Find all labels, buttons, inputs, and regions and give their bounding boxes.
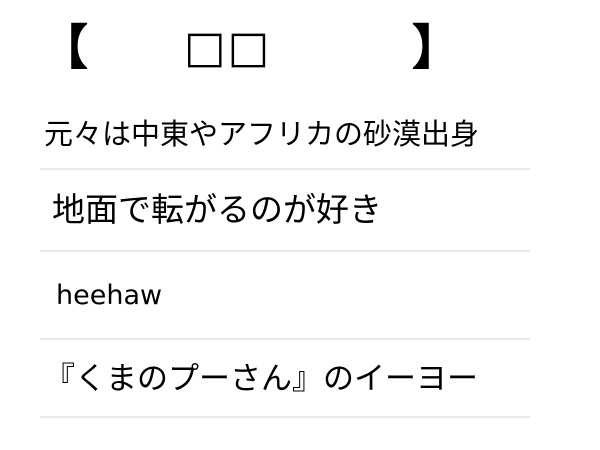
title-open-bracket: 【 [40,20,89,76]
clue-item-origin: 元々は中東やアフリカの砂漠出身 [40,100,530,170]
page-title: 【 □□ 】 [40,16,460,80]
clue-item-sound: heehaw [40,254,530,340]
clue-item-rolling: 地面で転がるのが好き [40,172,530,252]
title-answer-blanks: □□ [184,22,272,73]
clue-item-character: 『くまのプーさん』のイーヨー [40,342,530,418]
title-close-bracket: 】 [412,20,461,76]
clue-list: 元々は中東やアフリカの砂漠出身 地面で転がるのが好き heehaw 『くまのプー… [40,100,530,418]
